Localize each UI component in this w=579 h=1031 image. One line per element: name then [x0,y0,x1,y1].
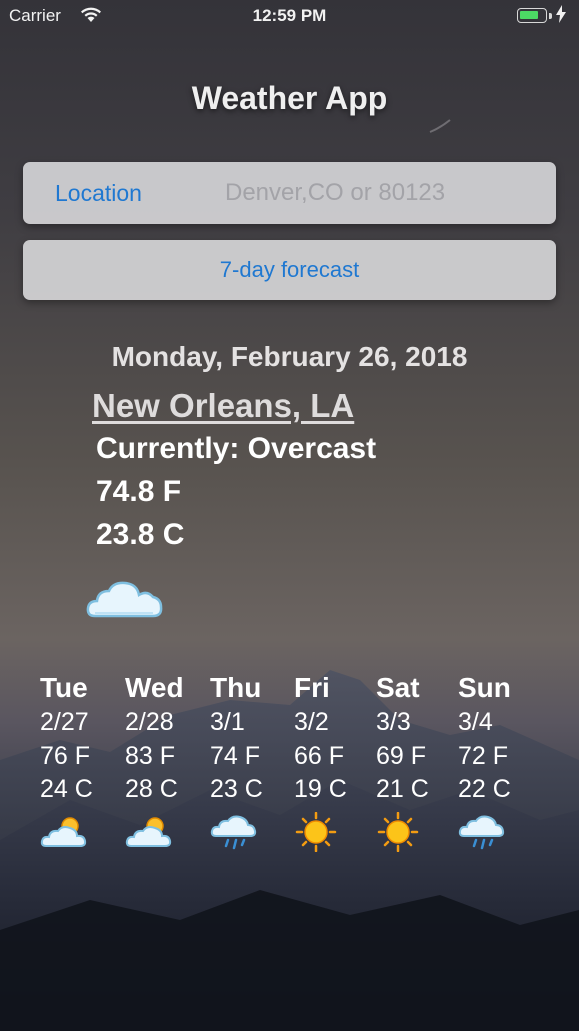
forecast-temp-f: 83 F [125,741,176,770]
forecast-day-name: Fri [294,672,330,703]
forecast-temp-f: 76 F [40,741,91,770]
rain-icon [210,815,257,849]
mountain-background [0,119,579,1031]
forecast-date: 2/27 [40,708,89,736]
partly-cloudy-icon [125,816,172,847]
status-bar: Carrier 12:59 PM [0,0,579,34]
seven-day-forecast-button[interactable]: 7-day forecast [23,240,556,300]
forecast-temp-f: 74 F [210,741,261,770]
cloud-icon [86,581,163,618]
current-temp-c: 23.8 C [96,518,185,551]
forecast-day-wed: Wed 2/28 83 F 28 C [125,672,184,857]
forecast-day-sat: Sat 3/3 69 F 21 C [376,672,429,857]
forecast-day-name: Sat [376,672,420,703]
forecast-day-sun: Sun 3/4 72 F 22 C [458,672,511,857]
forecast-day-name: Wed [125,672,184,703]
current-date: Monday, February 26, 2018 [111,341,468,372]
forecast-date: 3/2 [294,708,329,736]
location-search-bar: Location [23,162,556,224]
forecast-date: 2/28 [125,708,174,736]
forecast-temp-f: 72 F [458,741,509,770]
battery-icon [517,8,547,23]
forecast-day-name: Sun [458,672,511,703]
forecast-temp-c: 19 C [294,775,347,803]
location-input[interactable] [221,173,549,213]
forecast-temp-c: 22 C [458,775,511,803]
forecast-temp-c: 28 C [125,775,178,803]
forecast-date: 3/3 [376,708,411,736]
rain-icon [458,815,505,849]
location-label: Location [55,180,142,206]
forecast-temp-f: 66 F [294,741,345,770]
sun-icon [377,811,419,852]
lightning-icon [556,5,566,23]
current-condition: Currently: Overcast [96,432,377,465]
forecast-day-thu: Thu 3/1 74 F 23 C [210,672,263,857]
current-temp-f: 74.8 F [96,475,182,508]
app-title: Weather App [191,80,388,116]
partly-cloudy-icon [40,816,87,847]
forecast-day-name: Thu [210,672,262,703]
forecast-temp-c: 21 C [376,775,429,803]
battery-tip [549,13,552,19]
forecast-temp-c: 23 C [210,775,263,803]
forecast-date: 3/4 [458,708,493,736]
forecast-temp-f: 69 F [376,741,427,770]
forecast-day-fri: Fri 3/2 66 F 19 C [294,672,347,857]
forecast-day-name: Tue [40,672,88,703]
forecast-day-tue: Tue 2/27 76 F 24 C [40,672,93,857]
city-name: New Orleans, LA [92,387,355,424]
forecast-temp-c: 24 C [40,775,93,803]
clock: 12:59 PM [252,6,327,25]
forecast-date: 3/1 [210,708,245,736]
sun-icon [295,811,337,852]
